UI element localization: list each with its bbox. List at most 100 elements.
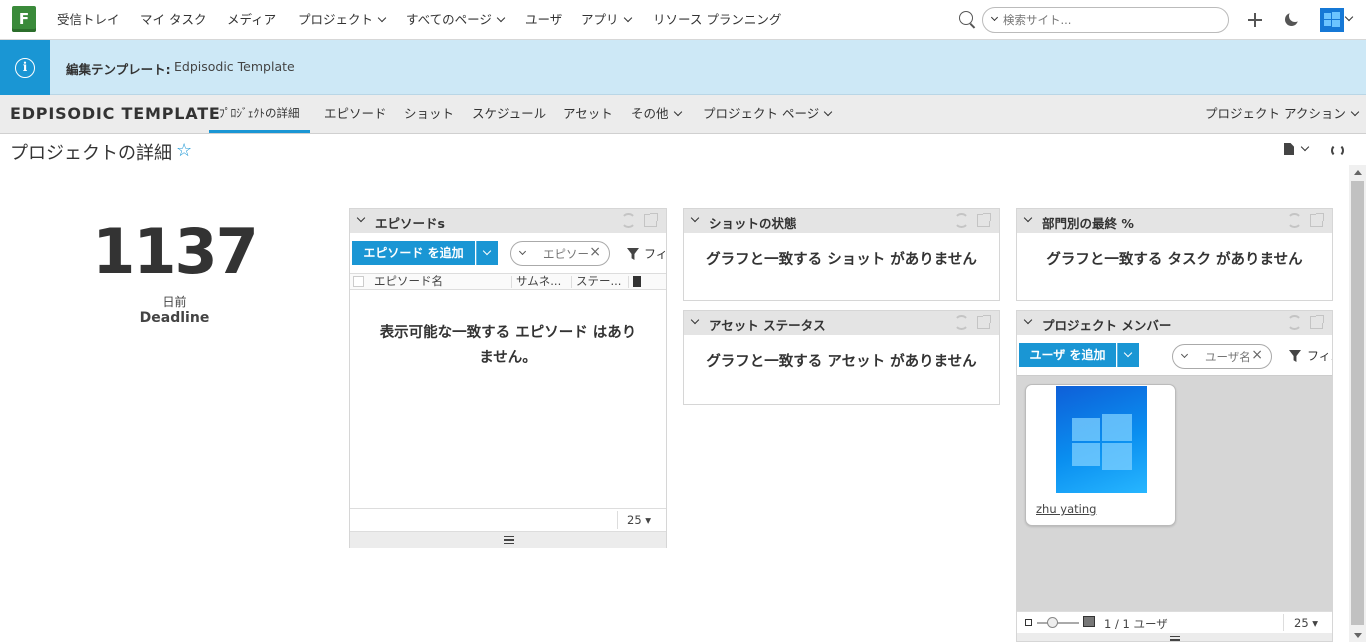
- chevron-down-icon[interactable]: [1180, 350, 1189, 359]
- member-thumbnail[interactable]: [1056, 386, 1147, 493]
- thumbnail-size-slider[interactable]: [1037, 622, 1079, 624]
- top-nav: F 受信トレイ マイ タスク メディア プロジェクト すべてのページ ユーザ ア…: [0, 0, 1366, 40]
- add-user-button[interactable]: ユーザ を追加: [1019, 343, 1116, 367]
- select-all-checkbox[interactable]: [353, 276, 364, 287]
- member-card[interactable]: zhu yating: [1025, 384, 1176, 526]
- expand-icon[interactable]: [644, 213, 658, 227]
- project-nav: EDPISODIC TEMPLATE ﾌﾟﾛｼﾞｪｸﾄの詳細 エピソード ショッ…: [0, 95, 1366, 134]
- widget-title: ショットの状態: [709, 216, 797, 231]
- widget-header: ショットの状態: [684, 209, 999, 233]
- tab-project-pages[interactable]: プロジェクト ページ: [703, 95, 833, 133]
- widget-title: エピソードs: [375, 216, 445, 231]
- clear-icon[interactable]: ×: [589, 244, 601, 260]
- refresh-icon[interactable]: [621, 213, 636, 228]
- nav-item-resource-planning[interactable]: リソース プランニング: [653, 0, 781, 40]
- page-scrollbar[interactable]: [1349, 165, 1366, 642]
- filter-icon[interactable]: [1289, 350, 1301, 362]
- episode-filter-input[interactable]: [543, 246, 588, 262]
- expand-icon[interactable]: [977, 213, 991, 227]
- star-icon[interactable]: ☆: [176, 140, 192, 161]
- shot-status-widget: ショットの状態 グラフと一致する ショット がありません: [683, 208, 1000, 301]
- chevron-down-icon: [623, 13, 632, 23]
- chevron-down-icon[interactable]: [518, 247, 527, 256]
- moon-icon[interactable]: [1285, 10, 1301, 26]
- user-filter-input[interactable]: [1205, 349, 1250, 365]
- filter-label: フィルタ: [644, 247, 666, 261]
- member-name-link[interactable]: zhu yating: [1036, 502, 1096, 516]
- collapse-chevron-icon[interactable]: [690, 213, 700, 223]
- scroll-down-arrow-icon[interactable]: [1354, 633, 1362, 638]
- widget-resize-bar[interactable]: [350, 531, 666, 548]
- expand-icon[interactable]: [977, 315, 991, 329]
- avatar[interactable]: [1320, 8, 1344, 32]
- tab-assets[interactable]: アセット: [563, 95, 613, 133]
- episodes-widget: エピソードs エピソード を追加 × フィルタ エピソード名 サムネ... ステ…: [349, 208, 667, 548]
- nav-item-apps[interactable]: アプリ: [581, 0, 632, 40]
- filter-icon[interactable]: [627, 248, 639, 260]
- refresh-icon[interactable]: [954, 213, 969, 228]
- tab-other[interactable]: その他: [631, 95, 682, 133]
- tab-project-details[interactable]: ﾌﾟﾛｼﾞｪｸﾄの詳細: [209, 95, 310, 133]
- search-input[interactable]: [1003, 11, 1218, 29]
- add-episode-button[interactable]: エピソード を追加: [352, 241, 475, 265]
- clear-icon[interactable]: ×: [1251, 347, 1263, 363]
- widget-resize-bar[interactable]: [1017, 633, 1332, 641]
- filter-button[interactable]: フィルタ: [640, 245, 666, 263]
- project-actions-menu[interactable]: プロジェクト アクション: [1205, 95, 1360, 133]
- plus-icon[interactable]: [1248, 13, 1262, 27]
- department-progress-widget: 部門別の最終 % グラフと一致する タスク がありません: [1016, 208, 1333, 301]
- document-icon[interactable]: [1284, 143, 1294, 155]
- refresh-icon[interactable]: [1287, 213, 1302, 228]
- refresh-icon[interactable]: [1331, 144, 1344, 157]
- nav-item-users[interactable]: ユーザ: [525, 0, 562, 40]
- page-size-select[interactable]: 25 ▾: [627, 513, 651, 527]
- nav-item-label: 受信トレイ: [57, 12, 120, 27]
- chevron-down-icon[interactable]: [1300, 142, 1310, 152]
- refresh-icon[interactable]: [954, 315, 969, 330]
- filter-button[interactable]: フィルタ: [1303, 347, 1332, 365]
- collapse-chevron-icon[interactable]: [356, 213, 366, 223]
- collapse-chevron-icon[interactable]: [690, 315, 700, 325]
- refresh-icon[interactable]: [1287, 315, 1302, 330]
- collapse-chevron-icon[interactable]: [1023, 315, 1033, 325]
- project-actions-label: プロジェクト アクション: [1205, 106, 1346, 121]
- user-filter-field: ×: [1172, 344, 1272, 369]
- column-header-episode-name[interactable]: エピソード名: [374, 274, 504, 289]
- large-thumbnail-icon[interactable]: [1083, 616, 1095, 627]
- column-header-status[interactable]: ステー...: [576, 274, 626, 289]
- chevron-down-icon[interactable]: [990, 13, 999, 22]
- banner-label: 編集テンプレート:: [66, 62, 171, 77]
- scroll-up-arrow-icon[interactable]: [1354, 170, 1362, 175]
- chevron-down-icon: [1350, 107, 1360, 117]
- tab-shots[interactable]: ショット: [404, 95, 454, 133]
- page-size-select[interactable]: 25 ▾: [1294, 616, 1318, 630]
- nav-item-label: アプリ: [581, 12, 619, 27]
- tab-label: アセット: [563, 106, 613, 121]
- nav-item-my-tasks[interactable]: マイ タスク: [140, 0, 206, 40]
- expand-icon[interactable]: [1310, 315, 1324, 329]
- small-thumbnail-icon[interactable]: [1025, 619, 1032, 626]
- chevron-down-icon[interactable]: [1344, 12, 1354, 22]
- resize-handle-icon[interactable]: [504, 536, 514, 544]
- app-logo-icon[interactable]: F: [12, 6, 36, 32]
- resize-handle-icon[interactable]: [1170, 636, 1180, 641]
- search-icon[interactable]: [959, 11, 973, 25]
- add-user-menu-button[interactable]: [1117, 343, 1139, 367]
- expand-icon[interactable]: [1310, 213, 1324, 227]
- widget-title: 部門別の最終 %: [1042, 216, 1134, 231]
- scrollbar-thumb[interactable]: [1351, 181, 1364, 625]
- countdown-label: Deadline: [139, 310, 210, 326]
- nav-item-media[interactable]: メディア: [227, 0, 276, 40]
- tab-schedule[interactable]: スケジュール: [472, 95, 546, 133]
- project-title[interactable]: EDPISODIC TEMPLATE: [10, 104, 221, 123]
- add-episode-menu-button[interactable]: [476, 241, 498, 265]
- add-column-icon[interactable]: [633, 276, 641, 287]
- chevron-down-icon: [496, 13, 506, 23]
- nav-item-inbox[interactable]: 受信トレイ: [57, 0, 120, 40]
- column-header-thumbnail[interactable]: サムネ...: [516, 274, 568, 289]
- tab-episodes[interactable]: エピソード: [324, 95, 387, 133]
- collapse-chevron-icon[interactable]: [1023, 213, 1033, 223]
- nav-item-all-pages[interactable]: すべてのページ: [406, 0, 506, 40]
- slider-knob[interactable]: [1047, 617, 1058, 628]
- nav-item-projects[interactable]: プロジェクト: [298, 0, 387, 40]
